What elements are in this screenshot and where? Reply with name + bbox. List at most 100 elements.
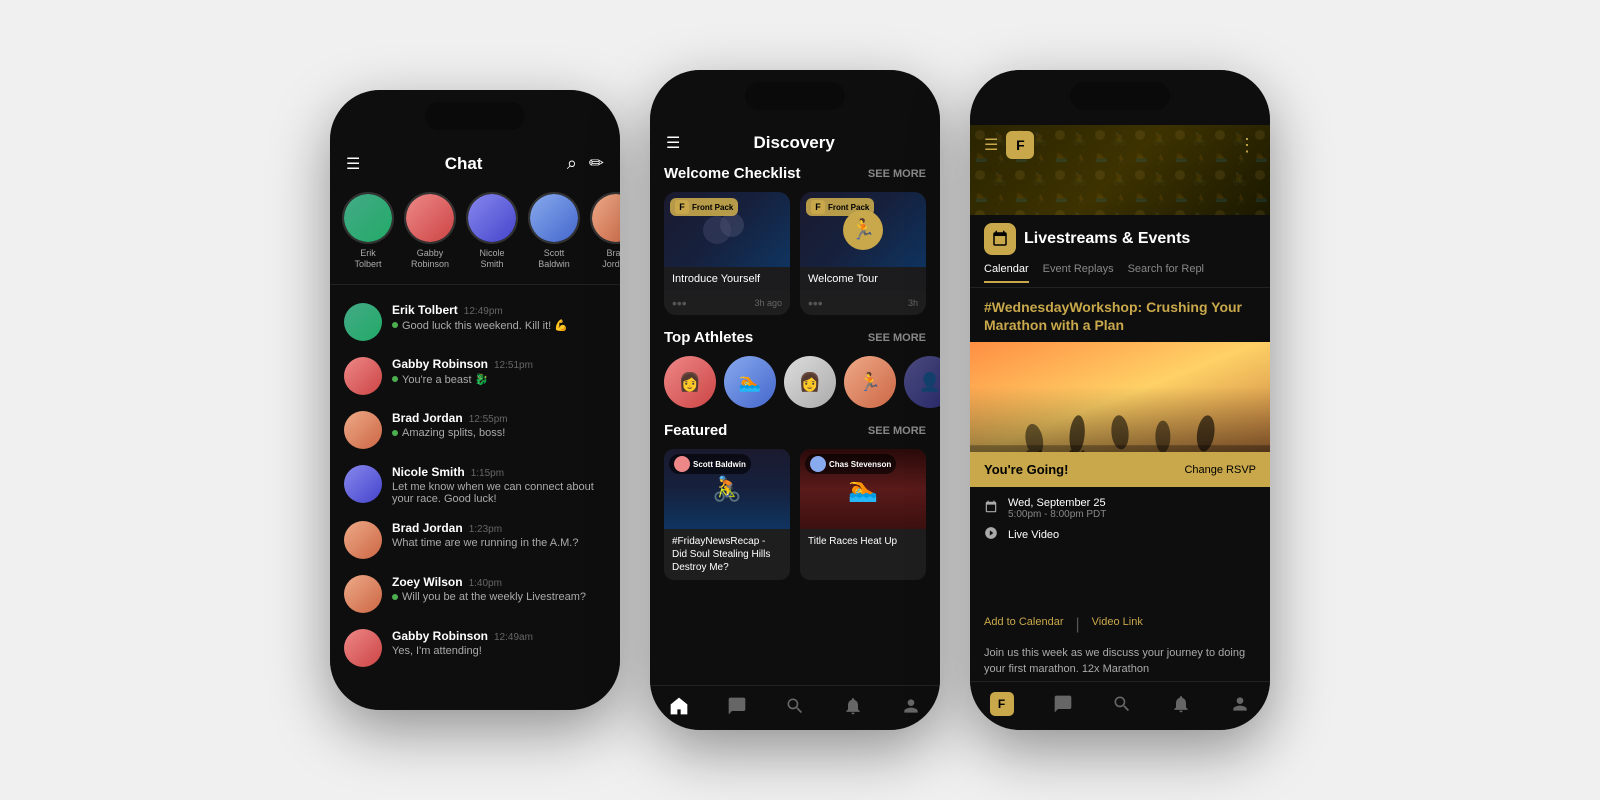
story-avatar-erik (342, 192, 394, 244)
tab-search-replays[interactable]: Search for Repl (1128, 263, 1204, 283)
tab-calendar[interactable]: Calendar (984, 263, 1029, 283)
events-hamburger-icon[interactable]: ☰ (984, 135, 998, 155)
nav-search-icon[interactable] (785, 696, 805, 716)
msg-time: 1:23pm (469, 524, 502, 535)
disc-title: Discovery (680, 133, 908, 153)
story-name-brad: BradJordan (602, 248, 620, 270)
disc-hamburger-icon[interactable]: ☰ (666, 133, 680, 153)
events-title-row: Livestreams & Events (970, 215, 1270, 259)
msg-time: 1:40pm (469, 578, 502, 589)
compose-icon[interactable]: ✏ (589, 153, 604, 174)
featured-card-label-soul: #FridayNewsRecap - Did Soul Stealing Hil… (664, 529, 790, 580)
message-item[interactable]: Brad Jordan 1:23pm What time are we runn… (330, 513, 620, 567)
events-screen: 🚴 🏊 🏃 ☰ F ⋮ (970, 70, 1270, 730)
events-header: ☰ F ⋮ (970, 125, 1270, 165)
featured-card-label-title: Title Races Heat Up (800, 529, 926, 554)
chas-avatar (810, 456, 826, 472)
story-item[interactable]: ScottBaldwin (528, 192, 580, 270)
card-label-tour: Welcome Tour (800, 267, 926, 291)
message-item[interactable]: Nicole Smith 1:15pm Let me know when we … (330, 457, 620, 513)
msg-text: You're a beast 🐉 (392, 373, 606, 386)
checklist-card-intro[interactable]: F Front Pack Introduce Yourself ••• 3h a… (664, 192, 790, 315)
story-item[interactable]: NicoleSmith (466, 192, 518, 270)
athletes-section-header: Top Athletes SEE MORE (664, 329, 926, 346)
athlete-circle-5[interactable]: 👤 (904, 356, 940, 408)
story-avatar-nicole (466, 192, 518, 244)
message-item[interactable]: Brad Jordan 12:55pm Amazing splits, boss… (330, 403, 620, 457)
msg-text: Let me know when we can connect about yo… (392, 481, 606, 505)
phone-discovery: ☰ Discovery Welcome Checklist SEE MORE (650, 70, 940, 730)
message-item[interactable]: Erik Tolbert 12:49pm Good luck this week… (330, 295, 620, 349)
featured-card-soul[interactable]: 🚴 Scott Baldwin #FridayNewsRecap - Did S… (664, 449, 790, 580)
athletes-see-more[interactable]: SEE MORE (868, 332, 926, 344)
events-more-icon[interactable]: ⋮ (1238, 135, 1256, 156)
notch-1 (425, 102, 525, 130)
story-item[interactable]: ErikTolbert (342, 192, 394, 270)
card-image-tour: 🏃 F Front Pack (800, 192, 926, 267)
events-nav-search-icon[interactable] (1112, 694, 1132, 714)
featured-see-more[interactable]: SEE MORE (868, 425, 926, 437)
story-item[interactable]: BradJordan (590, 192, 620, 270)
athlete-circle-1[interactable]: 👩 (664, 356, 716, 408)
athlete-circle-3[interactable]: 👩 (784, 356, 836, 408)
checklist-title: Welcome Checklist (664, 165, 800, 182)
msg-time: 12:51pm (494, 360, 533, 371)
story-avatar-scott (528, 192, 580, 244)
disc-bottom-nav (650, 685, 940, 730)
dots-icon2: ••• (808, 295, 823, 311)
event-hero-image (970, 342, 1270, 452)
story-avatar-gabby (404, 192, 456, 244)
story-name-scott: ScottBaldwin (538, 248, 570, 270)
card-time: 3h ago (754, 298, 782, 308)
change-rsvp-button[interactable]: Change RSVP (1184, 464, 1256, 476)
video-detail-icon (984, 526, 1000, 543)
frontpack-badge-1: F Front Pack (670, 198, 738, 216)
events-header-left: ☰ F (984, 131, 1034, 159)
nav-bell-icon[interactable] (843, 696, 863, 716)
story-item[interactable]: GabbyRobinson (404, 192, 456, 270)
athlete-circle-2[interactable]: 🏊 (724, 356, 776, 408)
discovery-screen: ☰ Discovery Welcome Checklist SEE MORE (650, 70, 940, 730)
message-item[interactable]: Gabby Robinson 12:49am Yes, I'm attendin… (330, 621, 620, 675)
msg-content-gabby: Gabby Robinson 12:51pm You're a beast 🐉 (392, 357, 606, 386)
events-nav-home-icon[interactable]: F (990, 692, 1014, 716)
event-date-info: Wed, September 25 5:00pm - 8:00pm PDT (1008, 497, 1106, 520)
events-nav-bell-icon[interactable] (1171, 694, 1191, 714)
nav-home-icon[interactable] (669, 696, 689, 716)
message-item[interactable]: Gabby Robinson 12:51pm You're a beast 🐉 (330, 349, 620, 403)
video-link[interactable]: Video Link (1092, 616, 1143, 634)
online-dot (392, 430, 398, 436)
hamburger-icon[interactable]: ☰ (346, 154, 360, 174)
checklist-card-tour[interactable]: 🏃 F Front Pack Welcome Tour ••• (800, 192, 926, 315)
messages-list: Erik Tolbert 12:49pm Good luck this week… (330, 291, 620, 710)
athlete-circle-4[interactable]: 🏃 (844, 356, 896, 408)
event-main-title: #WednesdayWorkshop: Crushing Your Marath… (984, 298, 1256, 334)
msg-name: Brad Jordan (392, 411, 463, 425)
fp-name: Front Pack (692, 203, 733, 212)
card-time2: 3h (908, 298, 918, 308)
add-to-calendar-link[interactable]: Add to Calendar (984, 616, 1064, 634)
msg-time: 1:15pm (471, 468, 504, 479)
event-hashtag: #WednesdayWorkshop: (984, 299, 1142, 315)
message-item[interactable]: Zoey Wilson 1:40pm Will you be at the we… (330, 567, 620, 621)
checklist-section-header: Welcome Checklist SEE MORE (664, 165, 926, 182)
card-footer-tour: ••• 3h (800, 291, 926, 315)
events-bottom-nav: F (970, 681, 1270, 730)
events-main-title: Livestreams & Events (1024, 230, 1190, 248)
checklist-cards: F Front Pack Introduce Yourself ••• 3h a… (664, 192, 926, 315)
search-icon[interactable]: ⌕ (567, 153, 577, 174)
soul-card-bg: 🚴 Scott Baldwin (664, 449, 790, 529)
events-nav-profile-icon[interactable] (1230, 694, 1250, 714)
nav-profile-icon[interactable] (901, 696, 921, 716)
events-nav-chat-icon[interactable] (1053, 694, 1073, 714)
nav-chat-icon[interactable] (727, 696, 747, 716)
fp-logo-small2: F (811, 200, 825, 214)
featured-section-header: Featured SEE MORE (664, 422, 926, 439)
event-title-section: #WednesdayWorkshop: Crushing Your Marath… (970, 288, 1270, 342)
story-name-gabby: GabbyRobinson (411, 248, 449, 270)
featured-card-title-races[interactable]: 🏊 Chas Stevenson Title Races Heat Up (800, 449, 926, 580)
msg-avatar-zoey (344, 575, 382, 613)
title-icon: 🏊 (848, 475, 878, 504)
checklist-see-more[interactable]: SEE MORE (868, 168, 926, 180)
tab-event-replays[interactable]: Event Replays (1043, 263, 1114, 283)
